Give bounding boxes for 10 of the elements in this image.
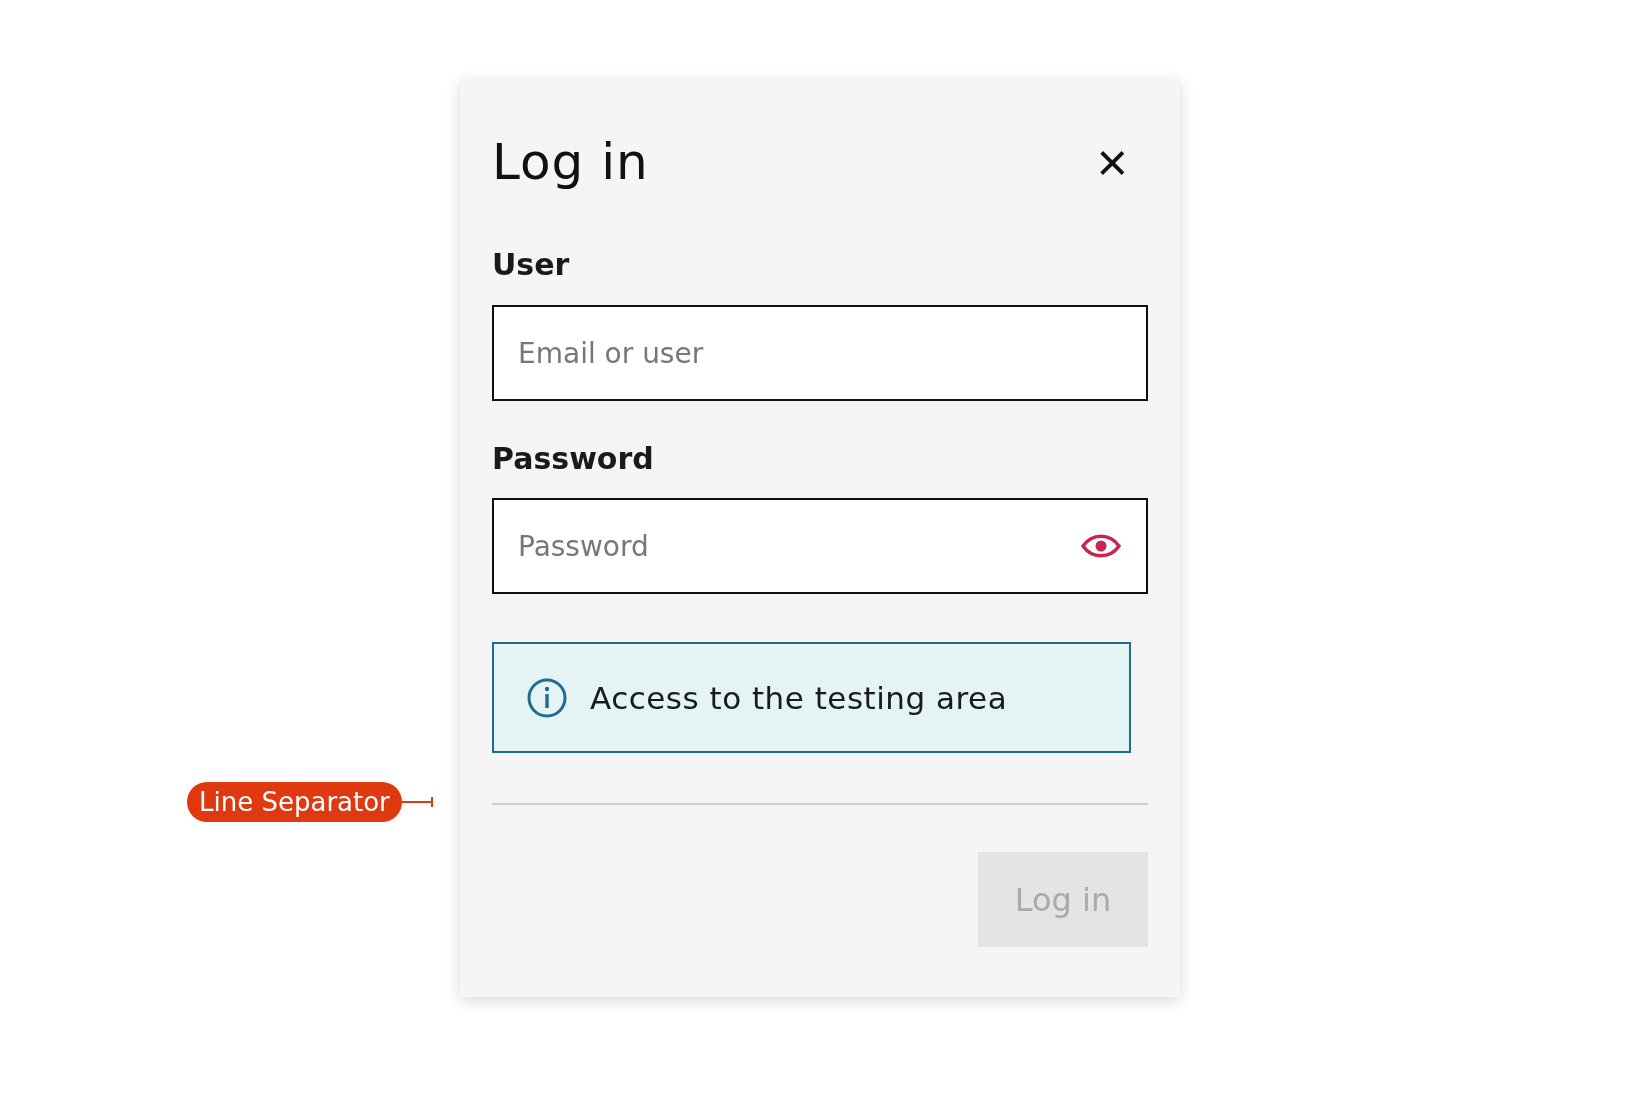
close-button[interactable]: ×	[1096, 135, 1128, 189]
info-text: Access to the testing area	[590, 679, 1008, 716]
leader-line	[401, 795, 434, 809]
password-field[interactable]: Password	[492, 498, 1148, 594]
info-icon	[526, 676, 568, 719]
dialog-title: Log in	[492, 132, 649, 192]
input-field[interactable]: Email or user	[492, 305, 1148, 401]
annotation-label: Line Separator	[187, 782, 402, 822]
field-label: Password	[492, 441, 655, 477]
field-label: User	[492, 247, 571, 283]
